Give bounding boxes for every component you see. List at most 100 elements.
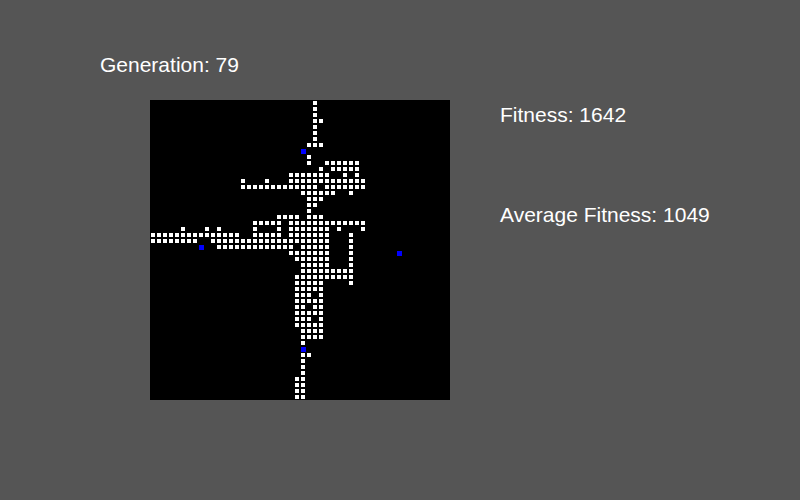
grid-cell [325, 161, 329, 165]
grid-cell [241, 245, 245, 249]
grid-cell [301, 287, 305, 291]
grid-cell [307, 257, 311, 261]
grid-cell [319, 263, 323, 267]
grid-cell [313, 281, 317, 285]
grid-cell [325, 185, 329, 189]
grid-cell [301, 389, 305, 393]
grid-cell [271, 245, 275, 249]
grid-cell [277, 227, 281, 231]
grid-cell [313, 203, 317, 207]
agent [301, 347, 306, 352]
grid-cell [247, 239, 251, 243]
grid-cell [301, 317, 305, 321]
grid-cell [223, 239, 227, 243]
grid-cell [271, 233, 275, 237]
grid-cell [307, 293, 311, 297]
grid-cell [271, 185, 275, 189]
grid-cell [301, 227, 305, 231]
grid-cell [235, 239, 239, 243]
grid-cell [361, 227, 365, 231]
grid-cell [307, 323, 311, 327]
grid-cell [295, 293, 299, 297]
grid-cell [193, 239, 197, 243]
grid-cell [307, 209, 311, 213]
grid-cell [307, 239, 311, 243]
grid-cell [313, 233, 317, 237]
grid-cell [301, 173, 305, 177]
grid-cell [295, 317, 299, 321]
grid-cell [283, 185, 287, 189]
grid-cell [295, 179, 299, 183]
grid-cell [211, 239, 215, 243]
grid-cell [157, 239, 161, 243]
grid-cell [319, 293, 323, 297]
grid-cell [235, 233, 239, 237]
grid-cell [277, 233, 281, 237]
grid-cell [319, 227, 323, 231]
grid-cell [319, 251, 323, 255]
grid-cell [343, 221, 347, 225]
grid-cell [319, 119, 323, 123]
grid-cell [295, 287, 299, 291]
grid-cell [253, 185, 257, 189]
grid-cell [259, 221, 263, 225]
grid-cell [313, 101, 317, 105]
grid-cell [295, 215, 299, 219]
grid-cell [313, 221, 317, 225]
grid-cell [349, 251, 353, 255]
grid-cell [301, 371, 305, 375]
grid-cell [307, 299, 311, 303]
grid-cell [313, 131, 317, 135]
grid-cell [307, 233, 311, 237]
grid-cell [181, 233, 185, 237]
grid-cell [307, 317, 311, 321]
grid-cell [265, 179, 269, 183]
grid-cell [217, 239, 221, 243]
grid-cell [325, 221, 329, 225]
grid-cell [313, 143, 317, 147]
grid-cell [301, 341, 305, 345]
grid-cell [313, 113, 317, 117]
grid-cell [289, 221, 293, 225]
grid-cell [349, 239, 353, 243]
grid-cell [301, 221, 305, 225]
grid-canvas [150, 100, 450, 400]
grid-cell [307, 155, 311, 159]
agent [397, 251, 402, 256]
grid-cell [349, 161, 353, 165]
grid-cell [361, 221, 365, 225]
grid-cell [349, 191, 353, 195]
grid-cell [313, 287, 317, 291]
grid-cell [307, 179, 311, 183]
grid-cell [349, 179, 353, 183]
grid-cell [307, 287, 311, 291]
grid-cell [325, 269, 329, 273]
grid-cell [301, 191, 305, 195]
grid-cell [205, 227, 209, 231]
grid-cell [265, 233, 269, 237]
grid-cell [301, 323, 305, 327]
grid-cell [247, 185, 251, 189]
grid-cell [295, 305, 299, 309]
grid-cell [355, 167, 359, 171]
grid-cell [337, 185, 341, 189]
grid-cell [163, 239, 167, 243]
grid-cell [319, 197, 323, 201]
grid-cell [349, 221, 353, 225]
grid-cell [301, 311, 305, 315]
grid-cell [259, 245, 263, 249]
grid-cell [241, 239, 245, 243]
grid-cell [295, 383, 299, 387]
grid-cell [289, 173, 293, 177]
grid-cell [313, 179, 317, 183]
grid-cell [289, 227, 293, 231]
agent [301, 149, 306, 154]
grid-cell [331, 167, 335, 171]
grid-cell [307, 161, 311, 165]
grid-cell [295, 185, 299, 189]
grid-cell [313, 323, 317, 327]
grid-cell [307, 197, 311, 201]
grid-cell [301, 245, 305, 249]
grid-cell [235, 245, 239, 249]
grid-cell [307, 173, 311, 177]
